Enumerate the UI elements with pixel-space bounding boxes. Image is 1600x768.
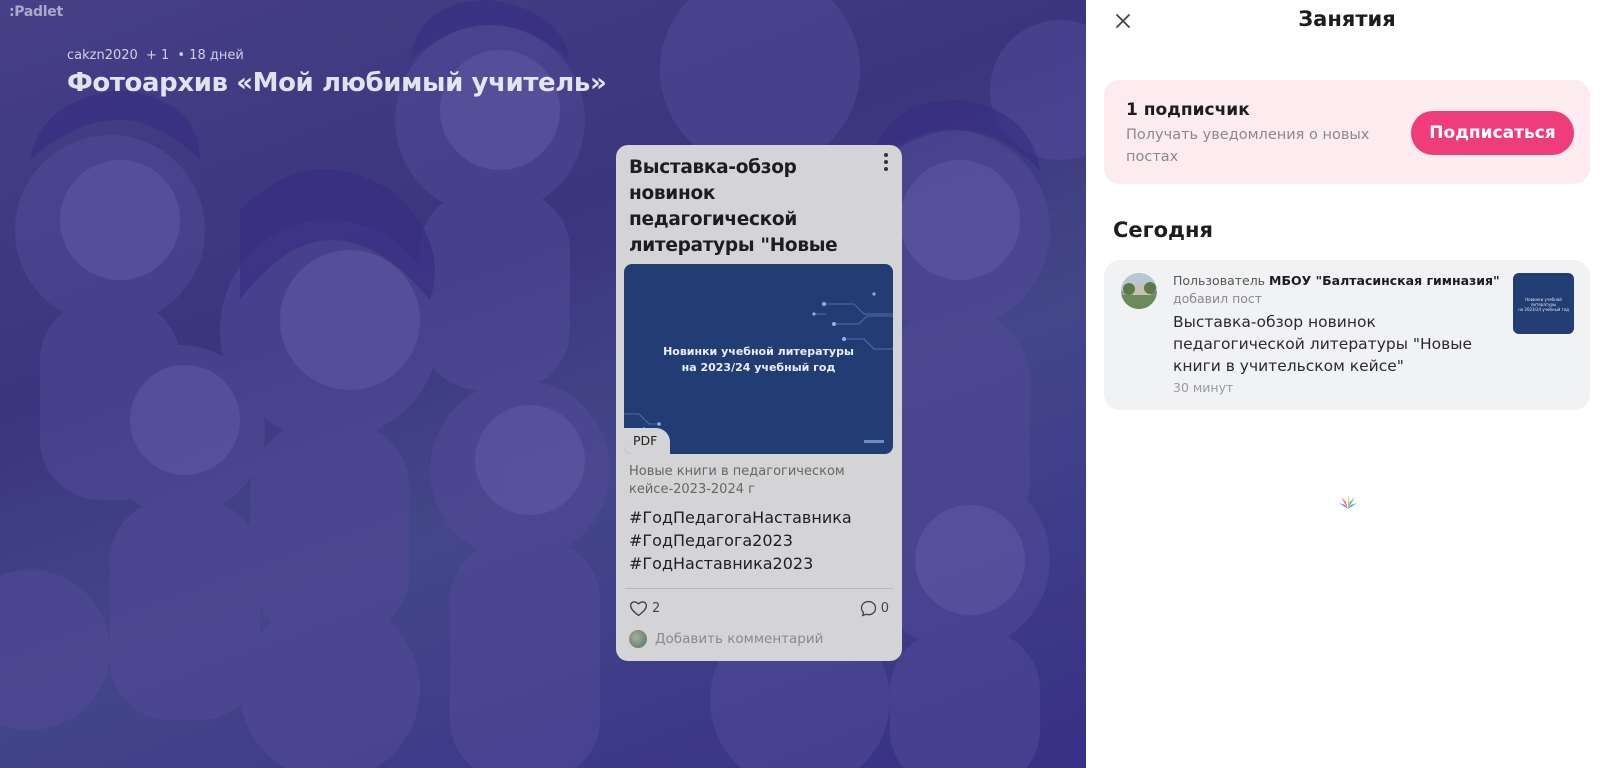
attachment-preview-line1: Новинки учебной литературы [663,345,854,358]
like-button[interactable]: 2 [629,600,660,617]
post-tag: #ГодПедагогаНаставника [629,508,852,527]
pdf-badge: PDF [624,428,670,454]
subscribe-card: 1 подписчик Получать уведомления о новых… [1104,80,1590,184]
add-comment-field[interactable]: Добавить комментарий [629,630,823,648]
activity-item[interactable]: Пользователь МБОУ "Балтасинская гимназия… [1104,260,1590,410]
likes-count: 2 [652,601,661,616]
attachment-caption[interactable]: Новые книги в педагогическом кейсе-2023-… [629,463,859,499]
attachment-preview-text: Новинки учебной литературы на 2023/24 уч… [624,344,893,376]
add-comment-placeholder: Добавить комментарий [655,631,824,647]
padlet-loader-icon [1339,495,1357,509]
post-tag: #ГодПедагога2023 [629,531,793,550]
section-heading-today: Сегодня [1113,218,1214,242]
thumbnail-text-line1: Новинки учебной литературы [1525,297,1562,307]
activity-time: 30 минут [1173,380,1234,395]
subscribe-button[interactable]: Подписаться [1411,111,1574,155]
thumbnail-text-line2: на 2023/24 учебный год [1518,307,1569,312]
post-tag: #ГодНаставника2023 [629,554,814,573]
subscriber-count: 1 подписчик [1126,100,1250,120]
post-tags: #ГодПедагогаНаставника #ГодПедагога2023 … [629,506,852,575]
activity-action: добавил пост [1173,291,1263,306]
activity-user-name[interactable]: МБОУ "Балтасинская гимназия" [1269,273,1500,288]
post-card[interactable]: Выставка-обзор новинок педагогической ли… [616,145,902,661]
comments-count: 0 [880,601,889,616]
board-collaborators[interactable]: + 1 [146,48,169,63]
avatar-photo [1121,273,1157,309]
board-title: Фотоархив «Мой любимый учитель» [67,68,607,98]
board-author[interactable]: cakzn2020 [67,48,138,63]
board-meta: cakzn2020 + 1 • 18 дней [67,48,248,63]
attachment-preview-line2: на 2023/24 учебный год [681,361,836,374]
padlet-logo[interactable]: :Padlet [9,4,63,20]
card-divider [625,588,893,589]
avatar [629,630,647,648]
board-age: • 18 дней [177,48,244,63]
heart-icon [629,601,648,617]
activity-actor: Пользователь МБОУ "Балтасинская гимназия… [1173,273,1503,288]
comments-button[interactable]: 0 [860,600,889,617]
post-attachment[interactable]: Новинки учебной литературы на 2023/24 уч… [624,264,893,454]
activity-thumbnail[interactable]: Новинки учебной литературы на 2023/24 уч… [1513,273,1574,334]
activity-user-prefix: Пользователь [1173,273,1266,288]
avatar [1121,273,1157,309]
panel-title: Занятия [1298,7,1396,31]
subscribe-description: Получать уведомления о новых постах [1126,127,1370,165]
comment-icon [860,600,876,617]
board-canvas: :Padlet cakzn2020 + 1 • 18 дней Фотоархи… [0,0,1086,768]
activity-post-title: Выставка-обзор новинок педагогической ли… [1173,313,1473,375]
board-dim-overlay [0,0,1086,768]
